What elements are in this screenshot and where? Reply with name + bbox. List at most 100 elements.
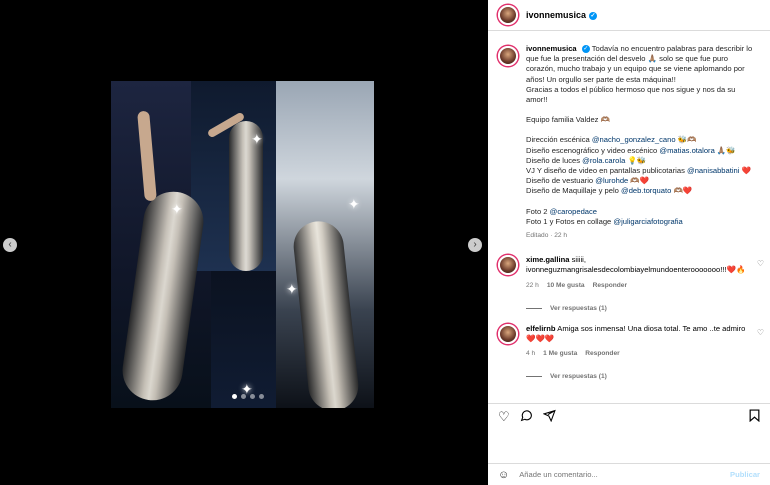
credit-label: Foto 2 [526,206,550,216]
comment-time[interactable]: 22 h [526,281,539,291]
sparkle-icon: ✦ [286,281,298,297]
mention-link[interactable]: @nacho_gonzalez_cano [592,135,676,144]
caption-text: Todavía no encuentro palabras para descr… [591,44,753,53]
view-replies-label: Ver respuestas (1) [550,304,607,312]
comment-body: xime.gallina siiiii, ivonneguzmangrisale… [526,255,748,291]
credit-label: Dirección escénica [526,135,592,145]
credit-line: Diseño de vestuario @lurohde 🫶🏽❤️ [526,176,760,186]
comment-input[interactable] [519,470,731,479]
caption-team: Equipo familia Valdez 🫶🏽 [526,115,611,125]
post-header: ivonnemusica ✓ [488,0,770,31]
view-replies-label: Ver respuestas (1) [550,373,607,381]
comment-meta: 22 h 10 Me gusta Responder [526,281,748,291]
share-icon[interactable] [542,409,556,425]
credit-line: Dirección escénica @nacho_gonzalez_cano … [526,135,760,145]
comment-body: elfelirnb Amiga sos inmensa! Una diosa t… [526,324,748,360]
caption-text: que fue la presentación del desvelo 🙏🏽 s… [526,54,728,64]
mention-link[interactable]: @lurohde [595,176,628,185]
comment-meta: 4 h 1 Me gusta Responder [526,349,748,359]
caption-body: ivonnemusica ✓ Todavía no encuentro pala… [526,44,760,241]
caption-username[interactable]: ivonnemusica [526,44,577,53]
carousel-next-button[interactable]: › [468,238,482,252]
comment-likes[interactable]: 10 Me gusta [547,281,585,291]
credit-label: Diseño escenográfico y video escénico [526,145,660,155]
mention-link[interactable]: @juligarciafotografia [613,217,682,226]
comments-list[interactable]: ivonnemusica ✓ Todavía no encuentro pala… [488,40,770,400]
post-actions: ♡ [488,403,770,429]
caption-text: amor!! [526,95,548,105]
carousel-dot [241,394,246,399]
mention-link[interactable]: @caropedace [550,207,597,216]
carousel-prev-button[interactable]: ‹ [3,238,17,252]
emoji-icon[interactable]: ☺ [498,469,509,481]
credit-label: Foto 1 y Fotos en collage [526,216,614,226]
heart-icon[interactable]: ♡ [498,409,510,425]
post-username-text[interactable]: ivonnemusica [526,10,586,20]
mention-link[interactable]: @rola.carola [582,156,625,165]
comment-username[interactable]: elfelirnb [526,324,556,333]
avatar[interactable] [498,5,518,25]
credit-label: Diseño de Maquillaje y pelo [526,186,621,196]
credit-emoji: 💡🐝 [625,155,647,165]
reply-button[interactable]: Responder [585,349,619,359]
mention-link[interactable]: @deb.torquato [621,186,671,195]
mention-link[interactable]: @matias.otalora [659,146,714,155]
chevron-right-icon: › [473,239,477,250]
chevron-left-icon: ‹ [8,239,12,250]
post-username[interactable]: ivonnemusica ✓ [526,10,598,20]
carousel-dot [250,394,255,399]
credit-line: Diseño de luces @rola.carola 💡🐝 [526,156,760,166]
credit-emoji: 🫶🏽❤️ [628,176,650,186]
caption-text: corazón, mucho trabajo y un equipo que s… [526,64,745,74]
comment-item: elfelirnb Amiga sos inmensa! Una diosa t… [488,323,770,360]
caption-text: años! Un orgullo ser parte de esta máqui… [526,74,676,84]
photo-credit-line: Foto 1 y Fotos en collage @juligarciafot… [526,217,760,227]
caption-text: Gracias a todos el público hermoso que n… [526,84,736,94]
credit-emoji: ❤️ [739,166,752,176]
credit-line: Diseño de Maquillaje y pelo @deb.torquat… [526,186,760,196]
bookmark-icon[interactable] [749,408,760,425]
credit-emoji: 🐝🫶🏽 [675,135,697,145]
divider [526,307,542,309]
credit-line: VJ Y diseño de video en pantallas public… [526,166,760,176]
post-side-panel: ivonnemusica ✓ ivonnemusica ✓ Todavía no … [488,0,770,485]
comment-text: Amiga sos inmensa! Una diosa total. Te a… [526,323,746,344]
credit-line: Diseño escenográfico y video escénico @m… [526,146,760,156]
photo-credit-line: Foto 2 @caropedace [526,207,760,217]
heart-icon[interactable]: ♡ [757,328,764,337]
credit-label: Diseño de luces [526,155,583,165]
carousel-dot [232,394,237,399]
comment-likes[interactable]: 1 Me gusta [543,349,577,359]
carousel-dot [259,394,264,399]
reply-button[interactable]: Responder [593,281,627,291]
avatar[interactable] [498,323,518,344]
view-replies-button[interactable]: Ver respuestas (1) [526,305,770,312]
comment-time[interactable]: 4 h [526,349,535,359]
sparkle-icon: ✦ [251,131,263,147]
sparkle-icon: ✦ [348,196,360,212]
comment-username[interactable]: xime.gallina [526,255,569,264]
credit-label: Diseño de vestuario [526,176,596,186]
avatar[interactable] [498,46,518,66]
caption-edited-time: Editado · 22 h [526,232,568,240]
verified-icon: ✓ [581,45,590,53]
verified-icon: ✓ [589,11,598,20]
mention-link[interactable]: @nanisabbatini [687,166,739,175]
avatar[interactable] [498,255,518,276]
post-photo[interactable]: ✦ ✦ ✦ ✦ ✦ [111,81,374,408]
credit-emoji: 🙏🏽🐝 [714,145,736,155]
carousel-dots [232,394,264,399]
publish-button[interactable]: Publicar [730,470,760,479]
sparkle-icon: ✦ [171,201,183,217]
view-replies-button[interactable]: Ver respuestas (1) [526,373,770,380]
post-media: ✦ ✦ ✦ ✦ ✦ ‹ › [0,0,488,485]
comment-item: xime.gallina siiiii, ivonneguzmangrisale… [488,255,770,291]
credit-emoji: 🫶🏽❤️ [671,186,693,196]
heart-icon[interactable]: ♡ [757,259,764,268]
credit-label: VJ Y diseño de video en pantallas public… [526,166,687,176]
comment-icon[interactable] [520,409,533,425]
caption: ivonnemusica ✓ Todavía no encuentro pala… [488,40,770,241]
